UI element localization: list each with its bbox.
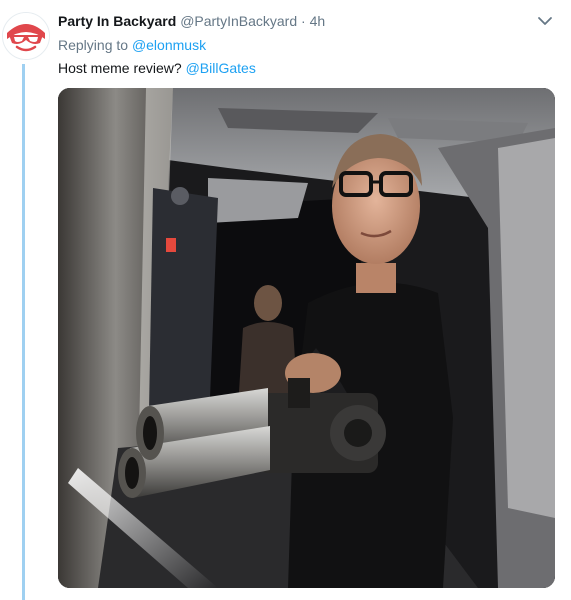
replying-to-label: Replying to [58, 37, 129, 53]
tweet-header: Party In Backyard @PartyInBackyard · 4h [58, 12, 325, 30]
tweet-mention[interactable]: @BillGates [186, 60, 256, 76]
tweet-photo[interactable] [58, 88, 555, 588]
user-handle[interactable]: @PartyInBackyard [180, 13, 297, 29]
tweet-body: Host meme review? [58, 60, 182, 76]
photo-scene [58, 88, 555, 588]
separator-dot: · [301, 13, 306, 29]
replying-to: Replying to @elonmusk [58, 36, 206, 54]
avatar[interactable] [2, 12, 50, 60]
thread-line [22, 64, 25, 600]
timestamp[interactable]: 4h [310, 13, 326, 29]
replying-to-mention[interactable]: @elonmusk [132, 37, 206, 53]
chevron-down-icon[interactable] [537, 14, 553, 26]
display-name[interactable]: Party In Backyard [58, 13, 176, 29]
tweet-text: Host meme review? @BillGates [58, 59, 256, 77]
tweet-card[interactable]: Party In Backyard @PartyInBackyard · 4h … [0, 0, 571, 600]
party-logo-icon [3, 13, 49, 59]
